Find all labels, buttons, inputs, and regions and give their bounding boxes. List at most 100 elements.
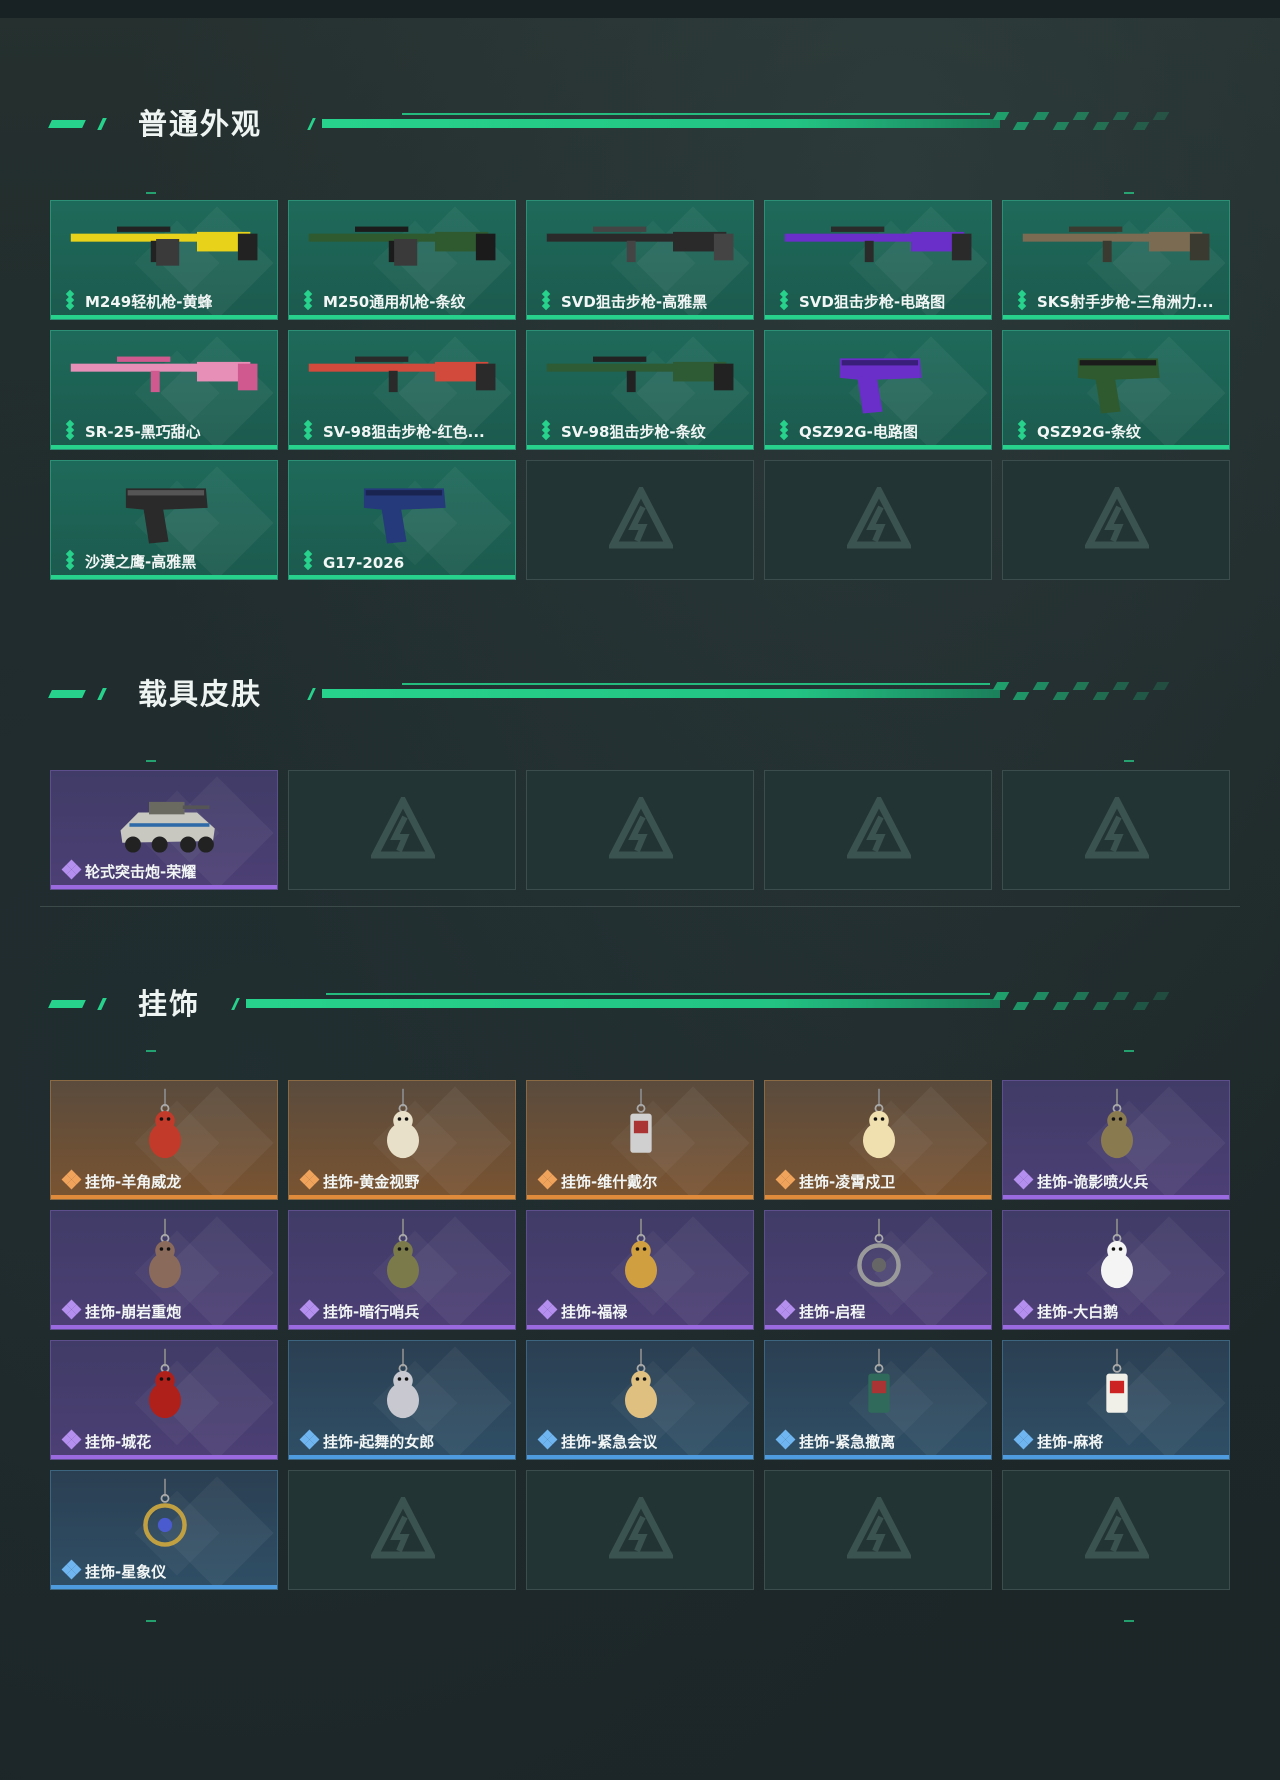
item-label: 挂饰-暗行哨兵	[323, 1303, 420, 1321]
item-card[interactable]: QSZ92G-条纹	[1002, 330, 1230, 450]
rarity-icon	[1013, 1169, 1034, 1190]
charm-ring-icon	[857, 1218, 901, 1287]
item-card[interactable]: SKS射手步枪-三角洲力...	[1002, 200, 1230, 320]
rarity-icon	[299, 1169, 320, 1190]
header-bar	[322, 119, 1000, 128]
item-card[interactable]: G17-2026	[288, 460, 516, 580]
corner-marker	[146, 760, 156, 762]
empty-slot	[1002, 460, 1230, 580]
corner-marker	[146, 1620, 156, 1622]
item-label: 挂饰-诡影喷火兵	[1037, 1173, 1149, 1191]
item-label: SR-25-黑巧甜心	[85, 423, 201, 441]
item-card[interactable]: 挂饰-维什戴尔	[526, 1080, 754, 1200]
header-tick	[307, 688, 316, 700]
item-card[interactable]: 挂饰-崩岩重炮	[50, 1210, 278, 1330]
item-label: SKS射手步枪-三角洲力...	[1037, 293, 1214, 311]
item-card[interactable]: 挂饰-起舞的女郎	[288, 1340, 516, 1460]
item-label: G17-2026	[323, 554, 405, 572]
item-card[interactable]: 挂饰-紧急撤离	[764, 1340, 992, 1460]
item-card[interactable]: SV-98狙击步枪-条纹	[526, 330, 754, 450]
header-dash	[48, 120, 86, 128]
rarity-icon	[61, 1169, 82, 1190]
item-label: 挂饰-启程	[799, 1303, 866, 1321]
item-card[interactable]: 挂饰-黄金视野	[288, 1080, 516, 1200]
header-tick	[307, 118, 316, 130]
rarity-icon	[299, 1299, 320, 1320]
item-card[interactable]: M249轻机枪-黄蜂	[50, 200, 278, 320]
empty-slot	[764, 1470, 992, 1590]
item-card[interactable]: SR-25-黑巧甜心	[50, 330, 278, 450]
corner-marker	[1124, 192, 1134, 194]
charm-dancer-icon	[387, 1348, 419, 1419]
item-card[interactable]: SV-98狙击步枪-红色...	[288, 330, 516, 450]
item-card[interactable]: 挂饰-启程	[764, 1210, 992, 1330]
header-checks	[992, 112, 1195, 132]
item-card[interactable]: M250通用机枪-条纹	[288, 200, 516, 320]
section-header: 载具皮肤	[0, 674, 1280, 714]
armored-vehicle-icon	[120, 801, 215, 853]
header-line	[326, 993, 990, 995]
pistol-green-icon	[1077, 358, 1160, 414]
charm-mahjong-icon	[1106, 1348, 1128, 1413]
placeholder-logo-icon	[1085, 487, 1149, 549]
placeholder-logo-icon	[847, 797, 911, 859]
header-line	[402, 113, 990, 115]
rarity-icon	[61, 1429, 82, 1450]
placeholder-logo-icon	[1085, 797, 1149, 859]
item-label: QSZ92G-条纹	[1037, 423, 1141, 441]
header-checks	[992, 682, 1195, 702]
item-label: SVD狙击步枪-电路图	[799, 293, 946, 311]
item-card[interactable]: 挂饰-大白鹅	[1002, 1210, 1230, 1330]
item-label: 挂饰-崩岩重炮	[85, 1303, 182, 1321]
item-label: 挂饰-黄金视野	[323, 1173, 420, 1191]
item-label: 挂饰-起舞的女郎	[323, 1433, 435, 1451]
pistol-blue-icon	[363, 488, 446, 544]
item-card[interactable]: QSZ92G-电路图	[764, 330, 992, 450]
item-card[interactable]: 轮式突击炮-荣耀	[50, 770, 278, 890]
charm-meeting-icon	[625, 1348, 657, 1419]
item-card[interactable]: 挂饰-星象仪	[50, 1470, 278, 1590]
charm-rose-icon	[149, 1348, 181, 1419]
item-card[interactable]: 挂饰-城花	[50, 1340, 278, 1460]
header-bar	[322, 689, 1000, 698]
top-strip	[0, 0, 1280, 18]
item-label: QSZ92G-电路图	[799, 423, 918, 441]
item-card[interactable]: 挂饰-紧急会议	[526, 1340, 754, 1460]
rarity-icon	[301, 289, 317, 311]
rarity-icon	[61, 1559, 82, 1580]
rarity-icon	[539, 419, 555, 441]
item-card[interactable]: SVD狙击步枪-电路图	[764, 200, 992, 320]
rarity-icon	[63, 419, 79, 441]
item-card[interactable]: 挂饰-暗行哨兵	[288, 1210, 516, 1330]
header-line	[402, 683, 990, 685]
header-tick	[231, 998, 240, 1010]
charm-gourd-icon	[625, 1218, 657, 1289]
item-card[interactable]: 挂饰-福禄	[526, 1210, 754, 1330]
rifle-camo-icon	[1022, 226, 1210, 263]
item-card[interactable]: 沙漠之鹰-高雅黑	[50, 460, 278, 580]
pistol-black-icon	[125, 488, 208, 544]
rarity-icon	[301, 419, 317, 441]
item-label: SVD狙击步枪-高雅黑	[561, 293, 708, 311]
item-label: 挂饰-大白鹅	[1037, 1303, 1119, 1321]
rarity-icon	[537, 1429, 558, 1450]
corner-marker	[1124, 1620, 1134, 1622]
placeholder-logo-icon	[371, 1497, 435, 1559]
charm-sentinel-icon	[387, 1218, 419, 1289]
item-card[interactable]: 挂饰-诡影喷火兵	[1002, 1080, 1230, 1200]
item-card[interactable]: 挂饰-羊角威龙	[50, 1080, 278, 1200]
machine-gun-green-camo-icon	[308, 226, 496, 266]
header-checks	[992, 992, 1195, 1012]
empty-slot	[526, 460, 754, 580]
empty-slot	[288, 770, 516, 890]
placeholder-logo-icon	[609, 797, 673, 859]
item-label: SV-98狙击步枪-红色...	[323, 423, 485, 441]
section-title: 载具皮肤	[138, 677, 263, 711]
rarity-icon	[777, 419, 793, 441]
placeholder-logo-icon	[609, 1497, 673, 1559]
rarity-icon	[775, 1299, 796, 1320]
item-label: 挂饰-维什戴尔	[561, 1173, 658, 1191]
item-card[interactable]: SVD狙击步枪-高雅黑	[526, 200, 754, 320]
item-card[interactable]: 挂饰-麻将	[1002, 1340, 1230, 1460]
item-card[interactable]: 挂饰-凌霄戍卫	[764, 1080, 992, 1200]
